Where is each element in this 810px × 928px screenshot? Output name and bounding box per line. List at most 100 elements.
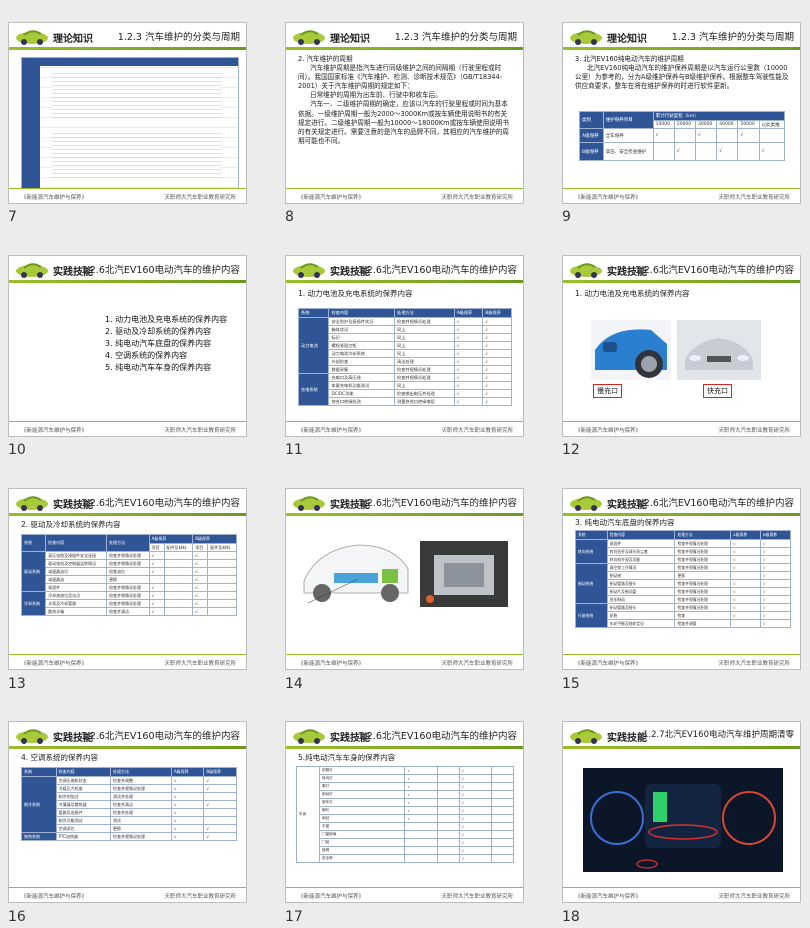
slide-subtitle: 1. 动力电池及充电系统的保养内容 (298, 289, 413, 298)
slide-body-text: 3. 北汽EV160纯电动汽车的维护周期 北汽EV160纯电动汽车的维护保养周期… (575, 55, 789, 91)
slide-header: 实践技能 1.2.7北汽EV160电动汽车维护周期清零 (563, 722, 800, 750)
slide-number: 7 (8, 209, 17, 225)
slide-footer: 《新能源汽车维护与保养》 天职师大汽车职业教育研究所 (9, 421, 246, 436)
slide-heading: 1.2.3 汽车维护的分类与周期 (117, 32, 240, 43)
slide-thumbnail-18[interactable]: 实践技能 1.2.7北汽EV160电动汽车维护周期清零 《新能源汽车维护与保养》天… (562, 721, 801, 903)
slide-heading: 1.2.6北汽EV160电动汽车的维护内容 (357, 265, 517, 276)
slide-thumbnail-11[interactable]: 实践技能 1.2.6北汽EV160电动汽车的维护内容 1. 动力电池及充电系统的保… (285, 255, 524, 437)
slide-footer: 《新能源汽车维护与保养》 天职师大汽车职业教育研究所 (9, 654, 246, 669)
slide-header: 理论知识 1.2.3 汽车维护的分类与周期 (9, 23, 246, 51)
maintenance-content-list: 1. 动力电池及充电系统的保养内容 2. 驱动及冷却系统的保养内容 3. 纯电动… (105, 314, 227, 374)
slow-charge-port-callout: 慢充口 (593, 384, 622, 398)
slide-subtitle: 3. 纯电动汽车底盘的保养内容 (575, 518, 675, 527)
slide-heading: 1.2.6北汽EV160电动汽车的维护内容 (634, 498, 794, 509)
slide-thumbnail-14[interactable]: 实践技能 1.2.6北汽EV160电动汽车的维护内容 《新能源汽车维护与保养》 天职… (285, 488, 524, 670)
slide-thumbnail-17[interactable]: 实践技能 1.2.6北汽EV160电动汽车的维护内容 5.纯电动汽车车身的保养内容… (285, 721, 524, 903)
slide-header: 实践技能 1.2.6北汽EV160电动汽车的维护内容 (563, 489, 800, 517)
slide-subtitle: 5.纯电动汽车车身的保养内容 (298, 753, 396, 762)
slide-body-text: 2. 汽车维护的周期 汽车维护周期是指汽车进行同级维护之间的间隔期（行驶里程或时… (298, 55, 509, 145)
slide-header: 实践技能 1.2.6北汽EV160电动汽车的维护内容 (9, 489, 246, 517)
car-logo-icon (570, 729, 602, 744)
slide-thumbnail-16[interactable]: 实践技能 1.2.6北汽EV160电动汽车的维护内容 4. 空调系统的保养内容 系… (8, 721, 247, 903)
drive-cooling-table: 系统 检查内容 处理方法 A级保养 B级保养 项目 配件及材料 项目 配件及材料 驱动系统 高压… (20, 534, 237, 616)
slide-footer: 《新能源汽车维护与保养》 天职师大汽车职业教育研究所 (563, 887, 800, 902)
chassis-table: 系统 检查内容 处理方法 A级保养 B级保养 转向系统 紧固件 检查并视情况处理 √ √ 转向拉… (575, 530, 791, 628)
slide-header: 实践技能 1.2.6北汽EV160电动汽车的维护内容 (286, 256, 523, 284)
section-label: 理论知识 (330, 34, 370, 45)
slide-footer: 《新能源汽车维护与保养》 天职师大汽车职业教育研究所 (286, 887, 523, 902)
slide-footer: 《新能源汽车维护与保养》 天职师大汽车职业教育研究所 (563, 654, 800, 669)
charging-port-photo (591, 320, 671, 380)
slide-thumbnail-15[interactable]: 实践技能 1.2.6北汽EV160电动汽车的维护内容 3. 纯电动汽车底盘的保养内… (562, 488, 801, 670)
list-item: 5. 纯电动汽车车身的保养内容 (105, 363, 212, 372)
car-logo-icon (570, 30, 602, 45)
car-logo-icon (293, 496, 325, 511)
slide-header: 实践技能 1.2.6北汽EV160电动汽车的维护内容 (286, 489, 523, 517)
maintenance-period-table: 类别 维护保养项目 累计行驶里程（km） 10000 20000 30000 40000 5… (579, 111, 786, 161)
slide-footer: 《新能源汽车维护与保养》 天职师大汽车职业教育研究所 (9, 188, 246, 203)
battery-charging-table: 系统 检查内容 处理方法 A级保养 B级保养 动力电池 安全防护及接插件状况 检查并视情况处… (297, 308, 512, 406)
slide-number: 18 (562, 909, 580, 925)
section-label: 理论知识 (53, 34, 93, 45)
slide-heading: 1.2.7北汽EV160电动汽车维护周期清零 (642, 730, 794, 740)
slide-number: 9 (562, 209, 571, 225)
car-logo-icon (16, 263, 48, 278)
car-logo-icon (16, 729, 48, 744)
slide-heading: 1.2.6北汽EV160电动汽车的维护内容 (80, 498, 240, 509)
list-item: 4. 空调系统的保养内容 (105, 351, 188, 360)
slide-header: 理论知识 1.2.3 汽车维护的分类与周期 (286, 23, 523, 51)
slide-header: 理论知识 1.2.3 汽车维护的分类与周期 (563, 23, 800, 51)
slide-footer: 《新能源汽车维护与保养》 天职师大汽车职业教育研究所 (563, 188, 800, 203)
section-label: 理论知识 (607, 34, 647, 45)
car-logo-icon (293, 729, 325, 744)
motor-controller-photo (420, 541, 508, 607)
slide-heading: 1.2.3 汽车维护的分类与周期 (671, 32, 794, 43)
slide-footer: 《新能源汽车维护与保养》 天职师大汽车职业教育研究所 (9, 887, 246, 902)
slide-footer: 《新能源汽车维护与保养》 天职师大汽车职业教育研究所 (563, 421, 800, 436)
slide-thumbnail-8[interactable]: 理论知识 1.2.3 汽车维护的分类与周期 2. 汽车维护的周期 汽车维护周期是指… (285, 22, 524, 204)
slide-number: 11 (285, 442, 303, 458)
slide-heading: 1.2.6北汽EV160电动汽车的维护内容 (357, 498, 517, 509)
body-table: 车身 前照灯 √ √ 转向灯 √ √ 雾灯 √ √ 制动灯 √ √ 倒车灯 √ √ 喇叭 √ √ 雨刮 √ √… (296, 766, 515, 863)
slide-thumbnail-12[interactable]: 实践技能 1.2.6北汽EV160电动汽车的维护内容 1. 动力电池及充电系统的保… (562, 255, 801, 437)
slide-header: 实践技能 1.2.6北汽EV160电动汽车的维护内容 (9, 256, 246, 284)
slide-heading: 1.2.6北汽EV160电动汽车的维护内容 (80, 731, 240, 742)
slide-number: 15 (562, 676, 580, 692)
drivetrain-diagram (303, 544, 409, 604)
car-logo-icon (293, 263, 325, 278)
slide-heading: 1.2.6北汽EV160电动汽车的维护内容 (80, 265, 240, 276)
slide-number: 10 (8, 442, 26, 458)
slide-subtitle: 2. 驱动及冷却系统的保养内容 (21, 520, 121, 529)
classification-table (21, 57, 239, 189)
slide-thumbnail-7[interactable]: 理论知识 1.2.3 汽车维护的分类与周期 《新能源汽车维护与保养》 天职师大汽车职… (8, 22, 247, 204)
slide-subtitle: 4. 空调系统的保养内容 (21, 753, 99, 762)
list-item: 1. 动力电池及充电系统的保养内容 (105, 315, 228, 324)
slide-thumbnail-13[interactable]: 实践技能 1.2.6北汽EV160电动汽车的维护内容 2. 驱动及冷却系统的保养内… (8, 488, 247, 670)
slide-footer: 《新能源汽车维护与保养》 天职师大汽车职业教育研究所 (286, 188, 523, 203)
slide-number: 16 (8, 909, 26, 925)
car-logo-icon (570, 496, 602, 511)
air-conditioning-table: 系统 检查内容 处理方法 A级保养 B级保养 制冷系统 空调压缩机状态 检查并调整 √ √ 冷媒… (21, 767, 237, 841)
slide-heading: 1.2.3 汽车维护的分类与周期 (394, 32, 517, 43)
list-item: 3. 纯电动汽车底盘的保养内容 (105, 339, 212, 348)
slide-thumbnail-10[interactable]: 实践技能 1.2.6北汽EV160电动汽车的维护内容 1. 动力电池及充电系统的保… (8, 255, 247, 437)
slide-footer: 《新能源汽车维护与保养》 天职师大汽车职业教育研究所 (286, 421, 523, 436)
car-logo-icon (16, 496, 48, 511)
slide-number: 17 (285, 909, 303, 925)
instrument-cluster-photo (583, 768, 783, 872)
slide-footer: 《新能源汽车维护与保养》 天职师大汽车职业教育研究所 (286, 654, 523, 669)
car-logo-icon (570, 263, 602, 278)
slide-number: 12 (562, 442, 580, 458)
fast-charge-port-callout: 快充口 (703, 384, 732, 398)
slide-number: 14 (285, 676, 303, 692)
car-logo-icon (293, 30, 325, 45)
slide-heading: 1.2.6北汽EV160电动汽车的维护内容 (634, 265, 794, 276)
slide-number: 8 (285, 209, 294, 225)
slide-header: 实践技能 1.2.6北汽EV160电动汽车的维护内容 (286, 722, 523, 750)
slide-thumbnail-9[interactable]: 理论知识 1.2.3 汽车维护的分类与周期 3. 北汽EV160纯电动汽车的维护周… (562, 22, 801, 204)
slide-header: 实践技能 1.2.6北汽EV160电动汽车的维护内容 (9, 722, 246, 750)
slide-subtitle: 1. 动力电池及充电系统的保养内容 (575, 289, 690, 298)
car-logo-icon (16, 30, 48, 45)
slide-heading: 1.2.6北汽EV160电动汽车的维护内容 (357, 731, 517, 742)
car-front-photo (677, 320, 761, 380)
